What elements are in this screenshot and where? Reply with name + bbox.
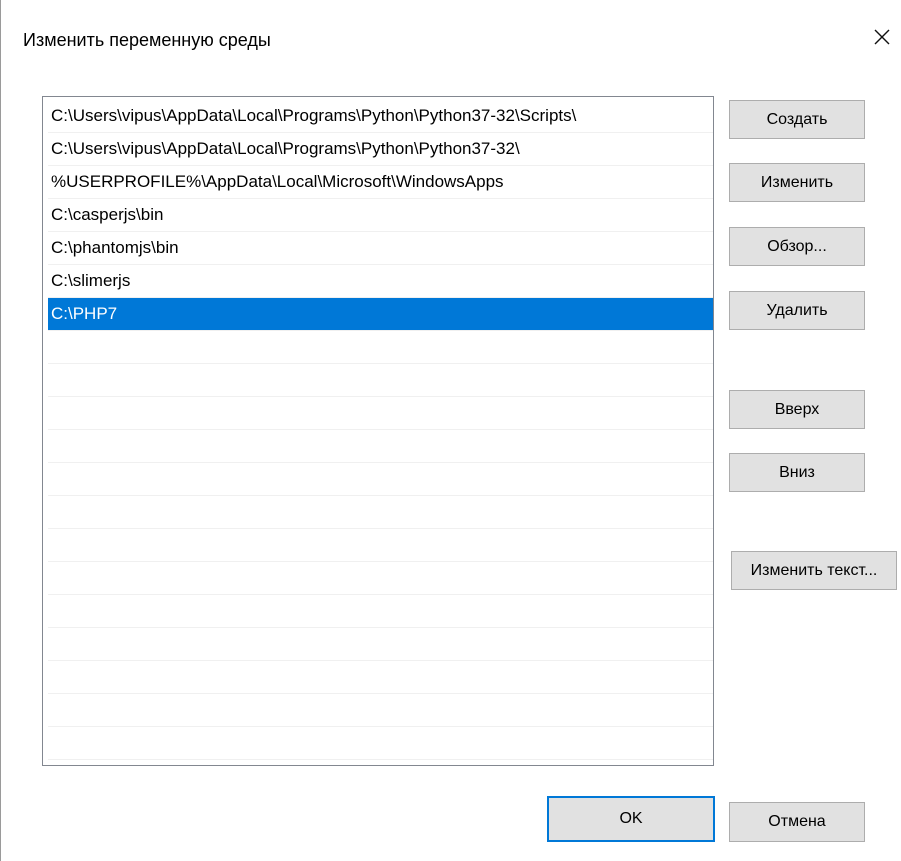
- list-item-empty[interactable]: [48, 595, 713, 628]
- list-item-empty[interactable]: [48, 562, 713, 595]
- list-item-empty[interactable]: [48, 364, 713, 397]
- path-entries-list[interactable]: C:\Users\vipus\AppData\Local\Programs\Py…: [42, 96, 714, 766]
- dialog-title: Изменить переменную среды: [23, 30, 271, 50]
- list-item-empty[interactable]: [48, 727, 713, 760]
- list-item-empty[interactable]: [48, 331, 713, 364]
- edit-text-button[interactable]: Изменить текст...: [731, 551, 897, 590]
- list-item-text: C:\slimerjs: [51, 271, 131, 290]
- list-item-empty[interactable]: [48, 694, 713, 727]
- list-item-empty[interactable]: [48, 430, 713, 463]
- ok-button[interactable]: OK: [547, 796, 715, 842]
- list-item-text: C:\Users\vipus\AppData\Local\Programs\Py…: [51, 139, 520, 158]
- list-item[interactable]: %USERPROFILE%\AppData\Local\Microsoft\Wi…: [48, 166, 713, 199]
- list-item-empty[interactable]: [48, 661, 713, 694]
- list-item-text: C:\casperjs\bin: [51, 205, 164, 224]
- title-bar: Изменить переменную среды: [1, 0, 901, 84]
- list-item-text: C:\phantomjs\bin: [51, 238, 179, 257]
- list-item-empty[interactable]: [48, 397, 713, 430]
- list-item-text: C:\PHP7: [51, 304, 118, 323]
- list-item-empty[interactable]: [48, 529, 713, 562]
- close-icon: [874, 29, 890, 45]
- move-up-button[interactable]: Вверх: [729, 390, 865, 429]
- edit-button[interactable]: Изменить: [729, 163, 865, 202]
- list-item[interactable]: C:\Users\vipus\AppData\Local\Programs\Py…: [48, 100, 713, 133]
- edit-environment-variable-dialog: Изменить переменную среды C:\Users\vipus…: [0, 0, 901, 861]
- list-item-text: C:\Users\vipus\AppData\Local\Programs\Py…: [51, 106, 577, 125]
- list-item-empty[interactable]: [48, 628, 713, 661]
- cancel-button[interactable]: Отмена: [729, 802, 865, 842]
- list-item[interactable]: C:\Users\vipus\AppData\Local\Programs\Py…: [48, 133, 713, 166]
- browse-button[interactable]: Обзор...: [729, 227, 865, 266]
- list-item[interactable]: C:\phantomjs\bin: [48, 232, 713, 265]
- list-item-empty[interactable]: [48, 496, 713, 529]
- list-item[interactable]: C:\slimerjs: [48, 265, 713, 298]
- close-button[interactable]: [863, 18, 901, 56]
- create-button[interactable]: Создать: [729, 100, 865, 139]
- move-down-button[interactable]: Вниз: [729, 453, 865, 492]
- list-item-text: %USERPROFILE%\AppData\Local\Microsoft\Wi…: [51, 172, 504, 191]
- list-item-selected[interactable]: C:\PHP7: [48, 298, 713, 331]
- list-item-empty[interactable]: [48, 463, 713, 496]
- delete-button[interactable]: Удалить: [729, 291, 865, 330]
- list-item[interactable]: C:\casperjs\bin: [48, 199, 713, 232]
